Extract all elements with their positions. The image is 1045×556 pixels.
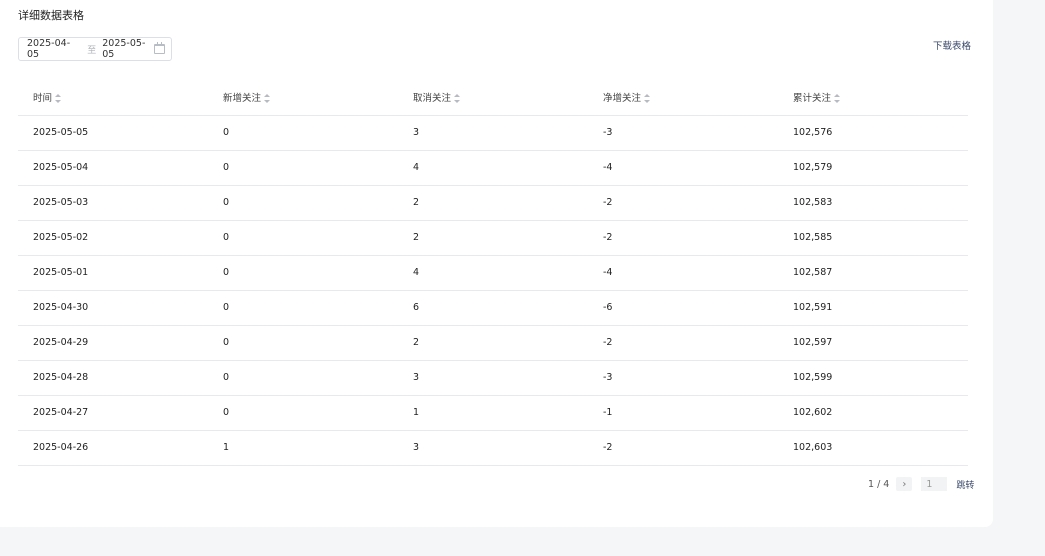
table-cell: 0 [208,115,398,151]
column-header-time[interactable]: 时间 [18,80,208,116]
table-row: 2025-04-30 0 6 -6 102,591 [18,290,968,326]
table-cell: 0 [208,220,398,256]
download-table-link[interactable]: 下载表格 [933,38,971,52]
data-table-card: 详细数据表格 2025-04-05 至 2025-05-05 下载表格 时间 新… [0,0,993,527]
table-row: 2025-05-01 0 4 -4 102,587 [18,255,968,291]
table-cell: 0 [208,395,398,431]
table-cell: 2025-04-27 [18,395,208,431]
start-date[interactable]: 2025-04-05 [27,38,79,60]
table-cell: 3 [398,115,588,151]
table-cell: 4 [398,150,588,186]
table-cell: 3 [398,360,588,396]
sort-icon[interactable] [454,94,461,104]
table-cell: 2 [398,325,588,361]
jump-button[interactable]: 跳转 [956,478,974,491]
table-cell: 6 [398,290,588,326]
table-row: 2025-05-05 0 3 -3 102,576 [18,115,968,151]
table-cell: 102,599 [778,360,968,396]
table-cell: 102,587 [778,255,968,291]
sort-icon[interactable] [644,94,651,104]
table-cell: 102,583 [778,185,968,221]
table-cell: 2025-05-01 [18,255,208,291]
table-cell: 0 [208,325,398,361]
table-row: 2025-04-27 0 1 -1 102,602 [18,395,968,431]
table-cell: 2 [398,220,588,256]
table-cell: -2 [588,430,778,466]
table-cell: -2 [588,220,778,256]
table-body: 2025-05-05 0 3 -3 102,576 2025-05-04 0 4 -4 102,5… [18,115,968,466]
table-cell: 102,603 [778,430,968,466]
table-cell: 2025-05-02 [18,220,208,256]
date-range-picker[interactable]: 2025-04-05 至 2025-05-05 [18,37,172,61]
table-cell: 102,579 [778,150,968,186]
table-cell: -1 [588,395,778,431]
table-cell: 2025-04-28 [18,360,208,396]
table-cell: 2025-04-26 [18,430,208,466]
table-row: 2025-05-03 0 2 -2 102,583 [18,185,968,221]
column-header-total-follows[interactable]: 累计关注 [778,80,968,116]
table-cell: 102,585 [778,220,968,256]
detail-data-table: 时间 新增关注 取消关注 净增关注 累计关注 2025-05-05 0 3 -3 102… [18,80,968,466]
page-number-input[interactable] [921,477,948,491]
table-cell: -2 [588,185,778,221]
table-cell: 0 [208,290,398,326]
table-cell: 2025-05-03 [18,185,208,221]
table-cell: 3 [398,430,588,466]
table-cell: 1 [398,395,588,431]
table-cell: 102,597 [778,325,968,361]
sort-icon[interactable] [834,94,841,104]
date-separator: 至 [87,45,97,56]
table-cell: -6 [588,290,778,326]
table-cell: 2025-05-05 [18,115,208,151]
column-header-net-follows[interactable]: 净增关注 [588,80,778,116]
table-cell: -3 [588,360,778,396]
page-info: 1 / 4 [868,478,890,490]
table-header-row: 时间 新增关注 取消关注 净增关注 累计关注 [18,80,968,116]
table-cell: 0 [208,360,398,396]
table-cell: -4 [588,150,778,186]
table-cell: 102,602 [778,395,968,431]
table-cell: 0 [208,150,398,186]
table-row: 2025-05-04 0 4 -4 102,579 [18,150,968,186]
table-cell: 0 [208,255,398,291]
table-cell: -3 [588,115,778,151]
column-header-new-follows[interactable]: 新增关注 [208,80,398,116]
table-cell: 0 [208,185,398,221]
table-row: 2025-04-28 0 3 -3 102,599 [18,360,968,396]
table-cell: 102,591 [778,290,968,326]
table-row: 2025-04-29 0 2 -2 102,597 [18,325,968,361]
table-cell: 2025-05-04 [18,150,208,186]
table-cell: 1 [208,430,398,466]
table-cell: -4 [588,255,778,291]
sort-icon[interactable] [55,94,62,104]
table-cell: 2025-04-30 [18,290,208,326]
pagination: 1 / 4 › 跳转 [868,477,974,491]
section-title: 详细数据表格 [18,9,84,22]
table-row: 2025-05-02 0 2 -2 102,585 [18,220,968,256]
column-header-unfollows[interactable]: 取消关注 [398,80,588,116]
table-row: 2025-04-26 1 3 -2 102,603 [18,430,968,466]
table-cell: -2 [588,325,778,361]
table-cell: 4 [398,255,588,291]
table-cell: 102,576 [778,115,968,151]
end-date[interactable]: 2025-05-05 [102,38,154,60]
calendar-icon[interactable] [154,42,165,54]
sort-icon[interactable] [264,94,271,104]
next-page-chevron-icon[interactable]: › [896,477,913,491]
table-cell: 2 [398,185,588,221]
table-cell: 2025-04-29 [18,325,208,361]
